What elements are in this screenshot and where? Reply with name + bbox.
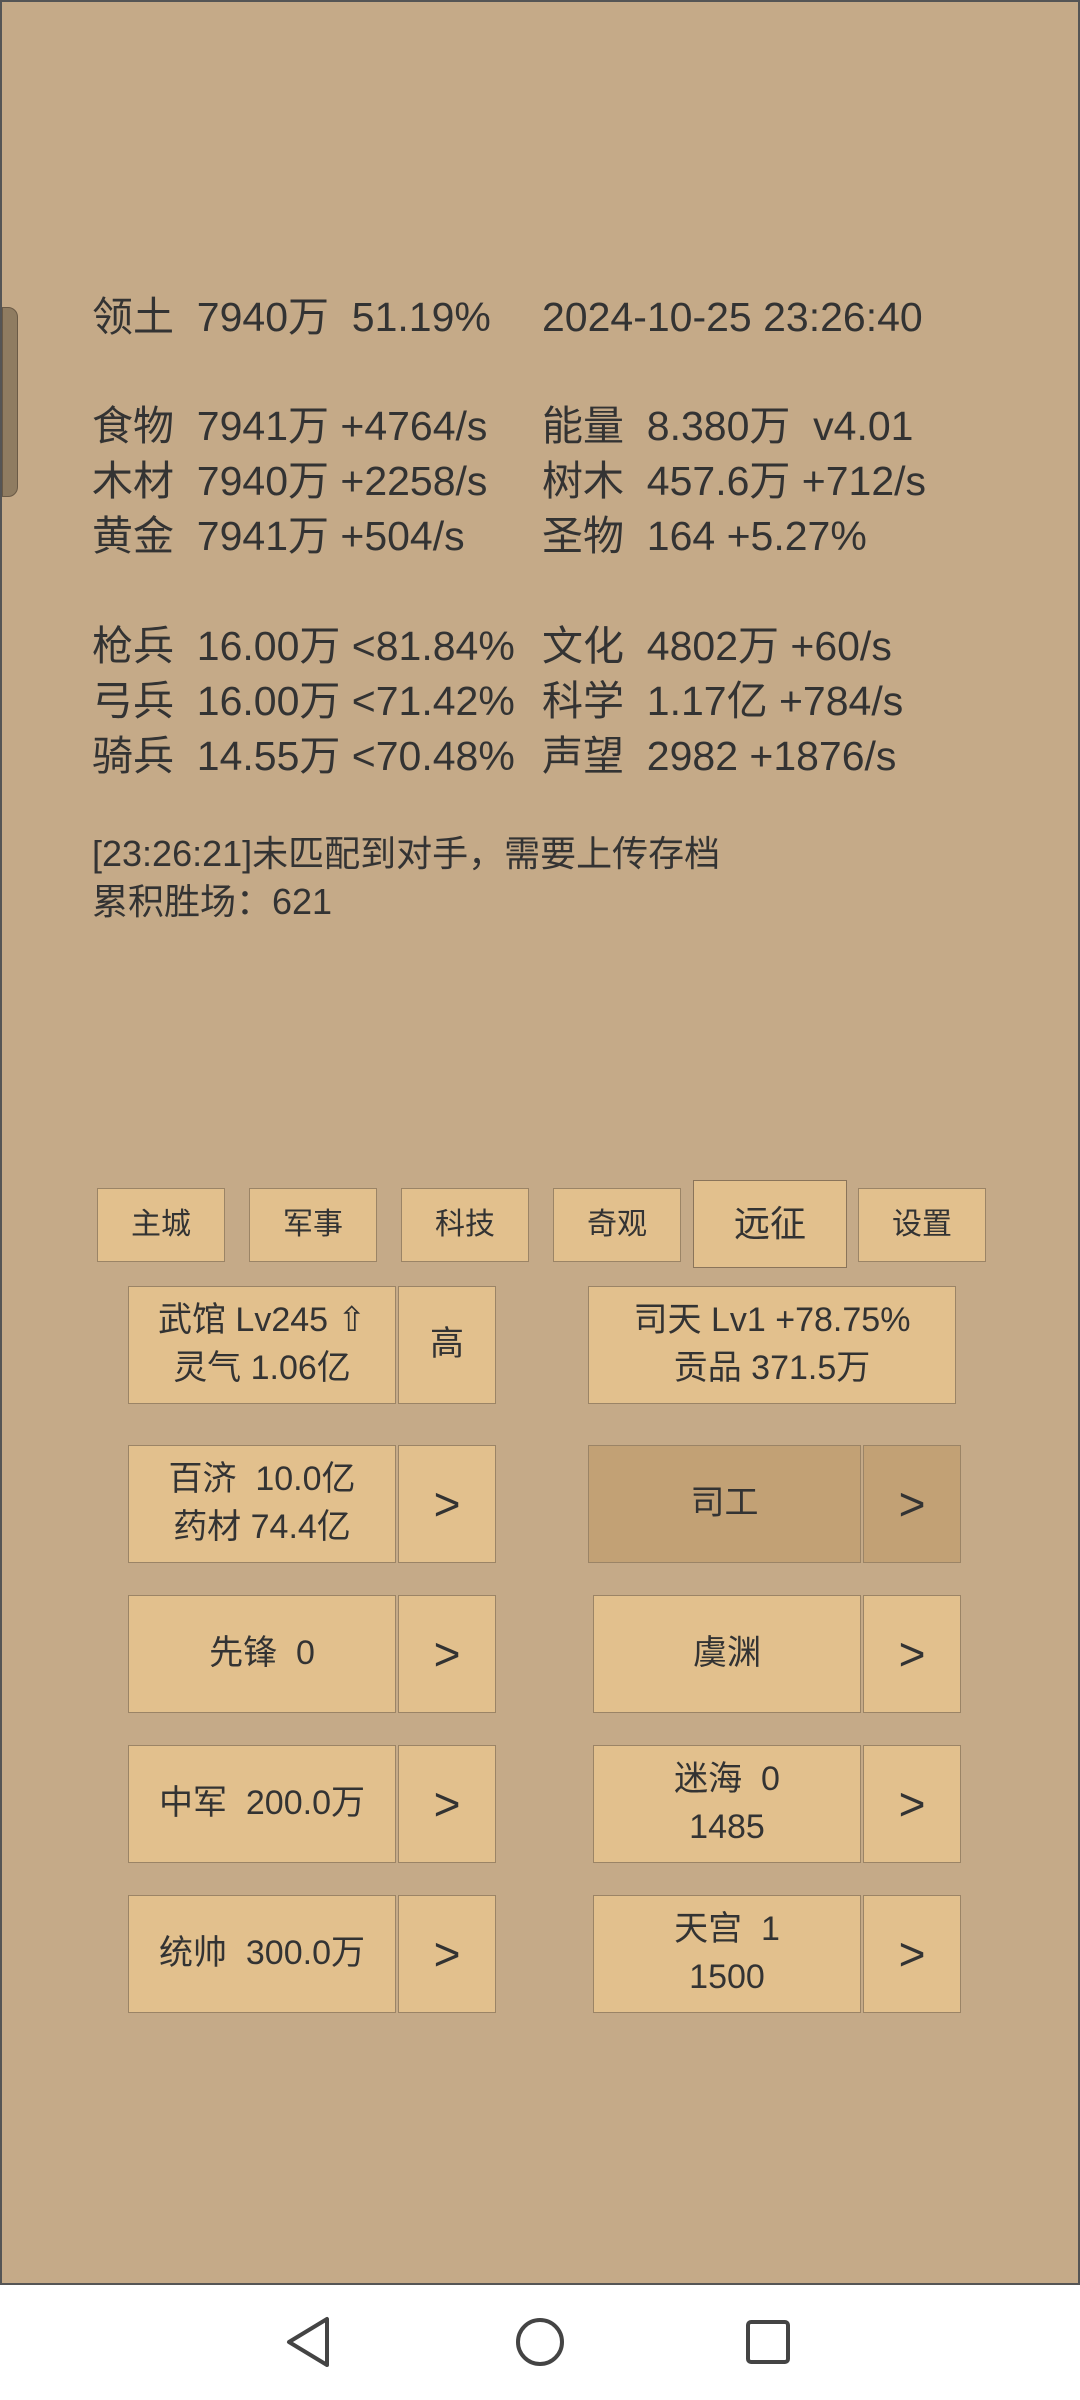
martial-hall-button[interactable]: 武馆 Lv245 ⇧ 灵气 1.06亿 [128, 1286, 396, 1404]
accumulated-wins: 累积胜场：621 [92, 881, 333, 922]
tiangong-value: 1500 [689, 1958, 765, 1996]
sitian-button[interactable]: 司天 Lv1 +78.75% 贡品 371.5万 [588, 1286, 956, 1404]
tribute-value: 贡品 371.5万 [673, 1349, 871, 1387]
commander-button[interactable]: 统帅 300.0万 [128, 1895, 396, 2013]
mihai-value: 1485 [689, 1808, 765, 1846]
baiji-arrow-button[interactable]: > [398, 1445, 496, 1563]
prestige-stat: 声望 2982 +1876/s [542, 733, 897, 779]
tiangong-button[interactable]: 天宫 1 1500 [593, 1895, 861, 2013]
spearmen-stat: 枪兵 16.00万 <81.84% [92, 623, 515, 669]
wood-stat: 木材 7940万 +2258/s [92, 458, 488, 504]
herbs-value: 药材 74.4亿 [173, 1508, 351, 1546]
tab-technology[interactable]: 科技 [401, 1188, 529, 1262]
central-army-button[interactable]: 中军 200.0万 [128, 1745, 396, 1863]
central-army-arrow-button[interactable]: > [398, 1745, 496, 1863]
science-stat: 科学 1.17亿 +784/s [542, 678, 904, 724]
yuyuan-button[interactable]: 虞渊 [593, 1595, 861, 1713]
spirit-energy-value: 灵气 1.06亿 [173, 1349, 351, 1387]
tiangong-arrow-button[interactable]: > [863, 1895, 961, 2013]
sigong-button[interactable]: 司工 [588, 1445, 861, 1563]
recents-square-icon[interactable] [744, 2315, 792, 2369]
culture-stat: 文化 4802万 +60/s [542, 623, 892, 669]
tab-settings[interactable]: 设置 [858, 1188, 986, 1262]
system-navigation-bar [0, 2285, 1080, 2400]
vanguard-arrow-button[interactable]: > [398, 1595, 496, 1713]
tab-wonders[interactable]: 奇观 [553, 1188, 681, 1262]
territory-stat: 领土 7940万 51.19% [92, 294, 491, 340]
yuyuan-arrow-button[interactable]: > [863, 1595, 961, 1713]
home-circle-icon[interactable] [514, 2315, 566, 2369]
side-drawer-handle[interactable] [2, 307, 18, 497]
sitian-level: 司天 Lv1 +78.75% [633, 1301, 911, 1340]
baiji-button[interactable]: 百济 10.0亿 药材 74.4亿 [128, 1445, 396, 1563]
gold-stat: 黄金 7941万 +504/s [92, 513, 465, 559]
relics-stat: 圣物 164 +5.27% [542, 513, 867, 559]
tab-expedition[interactable]: 远征 [693, 1180, 847, 1268]
food-stat: 食物 7941万 +4764/s [92, 403, 488, 449]
battle-log-message: [23:26:21]未匹配到对手，需要上传存档 [92, 833, 721, 874]
tab-main-city[interactable]: 主城 [97, 1188, 225, 1262]
energy-stat: 能量 8.380万 v4.01 [542, 403, 914, 449]
mihai-level: 迷海 0 [674, 1760, 780, 1799]
martial-hall-level: 武馆 Lv245 ⇧ [157, 1301, 367, 1340]
commander-arrow-button[interactable]: > [398, 1895, 496, 2013]
game-screen: 领土 7940万 51.19% 2024-10-25 23:26:40 食物 7… [0, 0, 1080, 2285]
vanguard-button[interactable]: 先锋 0 [128, 1595, 396, 1713]
cavalry-stat: 骑兵 14.55万 <70.48% [92, 733, 515, 779]
mihai-arrow-button[interactable]: > [863, 1745, 961, 1863]
baiji-value: 百济 10.0亿 [168, 1460, 356, 1499]
back-triangle-icon[interactable] [283, 2315, 333, 2369]
tab-military[interactable]: 军事 [249, 1188, 377, 1262]
trees-stat: 树木 457.6万 +712/s [542, 458, 927, 504]
high-mode-button[interactable]: 高 [398, 1286, 496, 1404]
archers-stat: 弓兵 16.00万 <71.42% [92, 678, 515, 724]
datetime-stat: 2024-10-25 23:26:40 [542, 294, 923, 340]
sigong-arrow-button[interactable]: > [863, 1445, 961, 1563]
tiangong-level: 天宫 1 [674, 1910, 780, 1949]
mihai-button[interactable]: 迷海 0 1485 [593, 1745, 861, 1863]
